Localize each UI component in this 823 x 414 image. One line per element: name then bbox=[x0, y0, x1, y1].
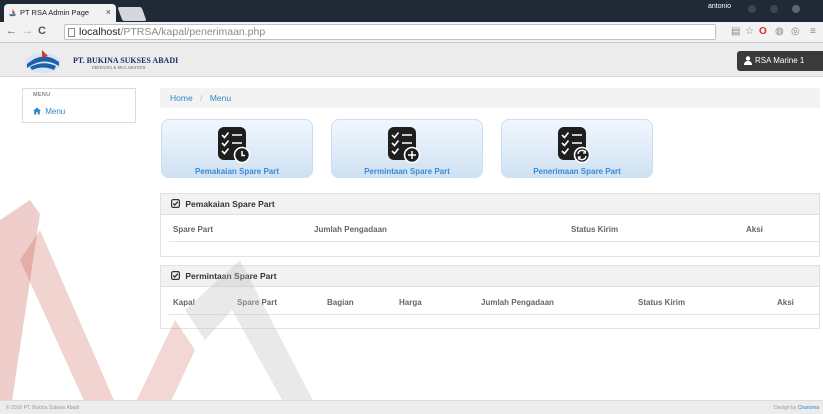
check-square-icon bbox=[171, 271, 180, 280]
table-divider bbox=[169, 241, 819, 242]
opera-icon[interactable]: O bbox=[759, 26, 767, 37]
sidebar: MENU Menu bbox=[22, 88, 136, 123]
checklist-clock-icon bbox=[218, 127, 251, 164]
breadcrumb-current[interactable]: Menu bbox=[210, 93, 231, 103]
breadcrumb-home-link[interactable]: Home bbox=[170, 93, 193, 103]
sidebar-heading: MENU bbox=[33, 92, 51, 98]
column-header: Status Kirim bbox=[638, 298, 686, 307]
permintaan-panel: Permintaan Spare Part Kapal Spare Part B… bbox=[160, 265, 820, 329]
column-header: Harga bbox=[399, 298, 422, 307]
column-header: Spare Part bbox=[173, 225, 214, 234]
user-menu-button[interactable]: RSA Marine 1 bbox=[737, 51, 823, 71]
close-window-button[interactable] bbox=[792, 5, 800, 13]
back-icon[interactable]: ← bbox=[6, 25, 17, 37]
column-header: Kapal bbox=[173, 298, 195, 307]
page-footer: © 2016 PT. Bukina Sukses Abadi Design by… bbox=[0, 400, 823, 414]
pemakaian-panel: Pemakaian Spare Part Spare Part Jumlah P… bbox=[160, 193, 820, 257]
browser-menu-icon[interactable]: ≡ bbox=[810, 26, 816, 37]
minimize-button[interactable] bbox=[748, 5, 756, 13]
column-header: Status Kirim bbox=[571, 225, 619, 234]
column-header: Jumlah Pengadaan bbox=[314, 225, 387, 234]
tile-label: Permintaan Spare Part bbox=[364, 167, 450, 176]
column-header: Spare Part bbox=[237, 298, 278, 307]
column-header: Aksi bbox=[746, 225, 763, 234]
footer-design-link[interactable]: Charisma bbox=[798, 405, 819, 411]
breadcrumb-separator: / bbox=[200, 93, 203, 103]
checklist-refresh-icon bbox=[558, 127, 591, 164]
panel-header: Pemakaian Spare Part bbox=[161, 194, 819, 215]
home-icon bbox=[33, 107, 41, 115]
maximize-button[interactable] bbox=[770, 5, 778, 13]
company-tagline: DREDGING & RECLAMATION bbox=[92, 66, 146, 70]
user-menu-label: RSA Marine 1 bbox=[755, 56, 805, 65]
browser-tab[interactable]: PT RSA Admin Page × bbox=[4, 4, 116, 22]
tab-title: PT RSA Admin Page bbox=[20, 8, 90, 17]
permintaan-tile-button[interactable]: Permintaan Spare Part bbox=[331, 119, 483, 178]
forward-icon[interactable]: → bbox=[22, 25, 33, 37]
company-logo-icon bbox=[25, 50, 61, 73]
reload-icon[interactable]: C bbox=[38, 25, 46, 37]
breadcrumb: Home / Menu bbox=[160, 88, 820, 108]
sidebar-item-menu[interactable]: Menu bbox=[33, 107, 65, 116]
extension-icon[interactable]: ◍ bbox=[775, 26, 784, 37]
url-path: /PTRSA/kapal/penerimaan.php bbox=[120, 26, 266, 38]
extension-2-icon[interactable]: ◎ bbox=[791, 26, 800, 37]
browser-user-label[interactable]: antonio bbox=[708, 3, 731, 10]
new-tab-button[interactable] bbox=[117, 7, 147, 21]
panel-header: Permintaan Spare Part bbox=[161, 266, 819, 287]
ship-favicon-icon bbox=[8, 8, 17, 17]
panel-title: Permintaan Spare Part bbox=[185, 271, 277, 281]
url-host: localhost bbox=[79, 26, 121, 38]
tab-close-icon[interactable]: × bbox=[106, 7, 111, 17]
check-square-icon bbox=[171, 199, 180, 208]
address-bar-row: ← → C localhost/PTRSA/kapal/penerimaan.p… bbox=[0, 22, 823, 43]
company-name: PT. BUKINA SUKSES ABADI bbox=[73, 56, 179, 65]
tile-label: Penerimaan Spare Part bbox=[533, 167, 621, 176]
column-header: Bagian bbox=[327, 298, 354, 307]
browser-titlebar: PT RSA Admin Page × antonio bbox=[0, 0, 823, 22]
bookmark-star-icon[interactable]: ☆ bbox=[745, 26, 754, 37]
tile-label: Pemakaian Spare Part bbox=[194, 167, 280, 176]
footer-design-credit: Design by Charisma bbox=[774, 405, 819, 411]
panel-title: Pemakaian Spare Part bbox=[185, 199, 275, 209]
table-divider bbox=[169, 314, 819, 315]
column-header: Jumlah Pengadaan bbox=[481, 298, 554, 307]
column-header: Aksi bbox=[777, 298, 794, 307]
footer-copyright: © 2016 PT. Bukina Sukses Abadi bbox=[6, 405, 80, 411]
pemakaian-tile-button[interactable]: Pemakaian Spare Part bbox=[161, 119, 313, 178]
translate-icon[interactable]: ▤ bbox=[731, 26, 740, 37]
sidebar-item-label: Menu bbox=[45, 107, 66, 116]
penerimaan-tile-button[interactable]: Penerimaan Spare Part bbox=[501, 119, 653, 178]
user-icon bbox=[744, 56, 752, 65]
url-input[interactable]: localhost/PTRSA/kapal/penerimaan.php bbox=[64, 24, 716, 40]
footer-design-prefix: Design by bbox=[773, 405, 797, 411]
page-icon bbox=[68, 28, 75, 37]
app-header: PT. BUKINA SUKSES ABADI DREDGING & RECLA… bbox=[0, 43, 823, 77]
checklist-plus-icon bbox=[388, 127, 421, 164]
